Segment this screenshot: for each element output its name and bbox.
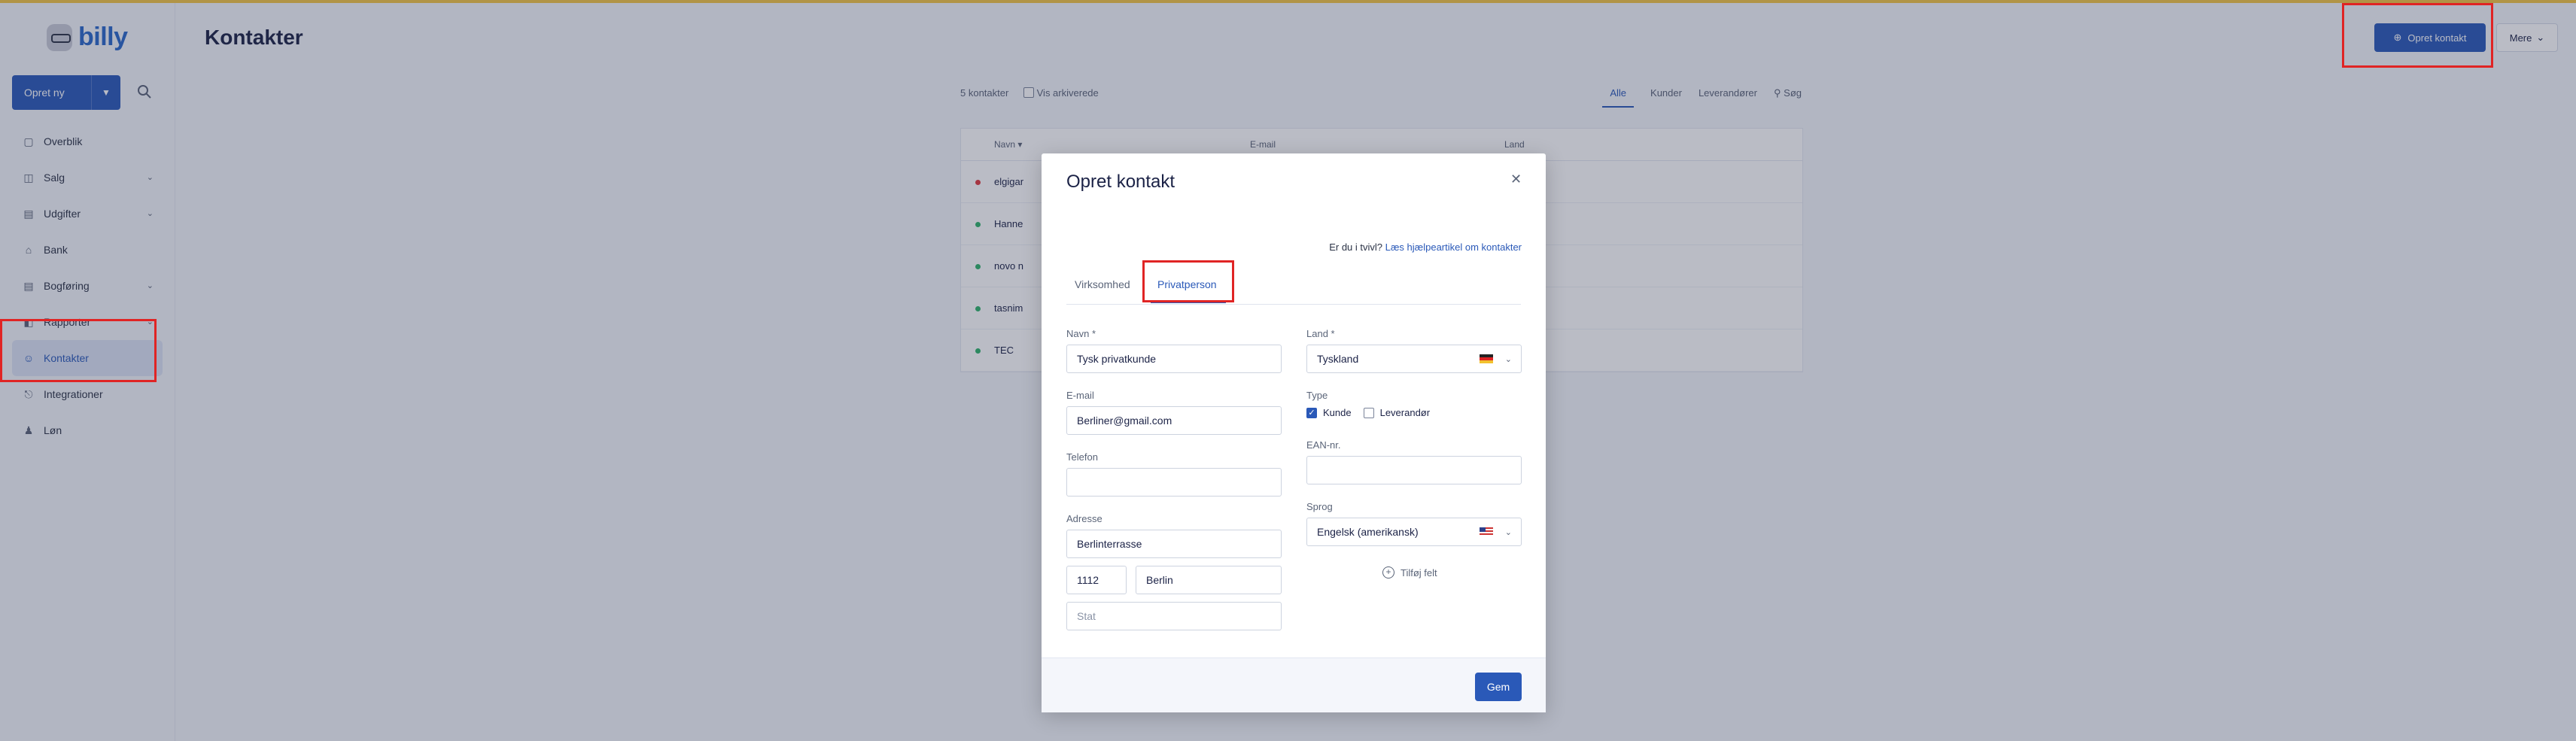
country-select-icons: ⌄ [1479,354,1521,364]
country-label: Land * [1306,328,1335,339]
add-field-label: Tilføj felt [1401,566,1437,579]
help-article-link[interactable]: Læs hjælpeartikel om kontakter [1385,241,1522,253]
supplier-checkbox-label: Leverandør [1379,407,1431,418]
email-input[interactable]: Berliner@gmail.com [1066,406,1282,435]
type-label: Type [1306,390,1328,401]
chevron-down-icon: ⌄ [1504,354,1512,364]
customer-checkbox[interactable]: ✓ [1306,407,1317,418]
language-value: Engelsk (amerikansk) [1317,526,1419,538]
create-contact-dialog: Opret kontakt ✕ Er du i tvivl? Læs hjælp… [1042,153,1546,712]
close-icon[interactable]: ✕ [1510,172,1522,187]
name-label: Navn * [1066,328,1096,339]
help-text: Er du i tvivl? Læs hjælpeartikel om kont… [1329,241,1522,253]
highlight-create-contact [2342,3,2493,68]
type-options: ✓ Kunde Leverandør [1306,407,1430,418]
language-select-icons: ⌄ [1479,527,1521,537]
highlight-kontakter [0,319,157,382]
phone-input[interactable] [1066,468,1282,497]
email-label: E-mail [1066,390,1094,401]
phone-label: Telefon [1066,451,1098,463]
highlight-privatperson-tab [1142,260,1234,302]
dialog-title: Opret kontakt [1066,172,1175,192]
country-select[interactable]: Tyskland ⌄ [1306,345,1522,373]
save-button[interactable]: Gem [1475,673,1522,701]
state-input[interactable]: Stat [1066,602,1282,630]
language-select[interactable]: Engelsk (amerikansk) ⌄ [1306,518,1522,546]
customer-checkbox-label: Kunde [1323,407,1352,418]
usa-flag-icon [1479,527,1493,536]
zip-input[interactable]: 1112 [1066,566,1127,594]
contact-type-tabs: Virksomhed Privatperson [1066,262,1521,305]
chevron-down-icon: ⌄ [1504,527,1512,537]
help-prefix: Er du i tvivl? [1329,241,1383,253]
ean-label: EAN-nr. [1306,439,1341,451]
tab-virksomhed[interactable]: Virksomhed [1075,278,1130,290]
country-value: Tyskland [1317,353,1359,365]
supplier-checkbox[interactable] [1363,407,1374,418]
add-field-button[interactable]: + Tilføj felt [1382,566,1437,579]
address-label: Adresse [1066,513,1102,524]
name-input[interactable]: Tysk privatkunde [1066,345,1282,373]
plus-circle-icon: + [1382,566,1394,579]
germany-flag-icon [1479,354,1493,363]
street-input[interactable]: Berlinterrasse [1066,530,1282,558]
language-label: Sprog [1306,501,1333,512]
dialog-footer: Gem [1042,657,1546,712]
ean-input[interactable] [1306,456,1522,484]
city-input[interactable]: Berlin [1136,566,1282,594]
